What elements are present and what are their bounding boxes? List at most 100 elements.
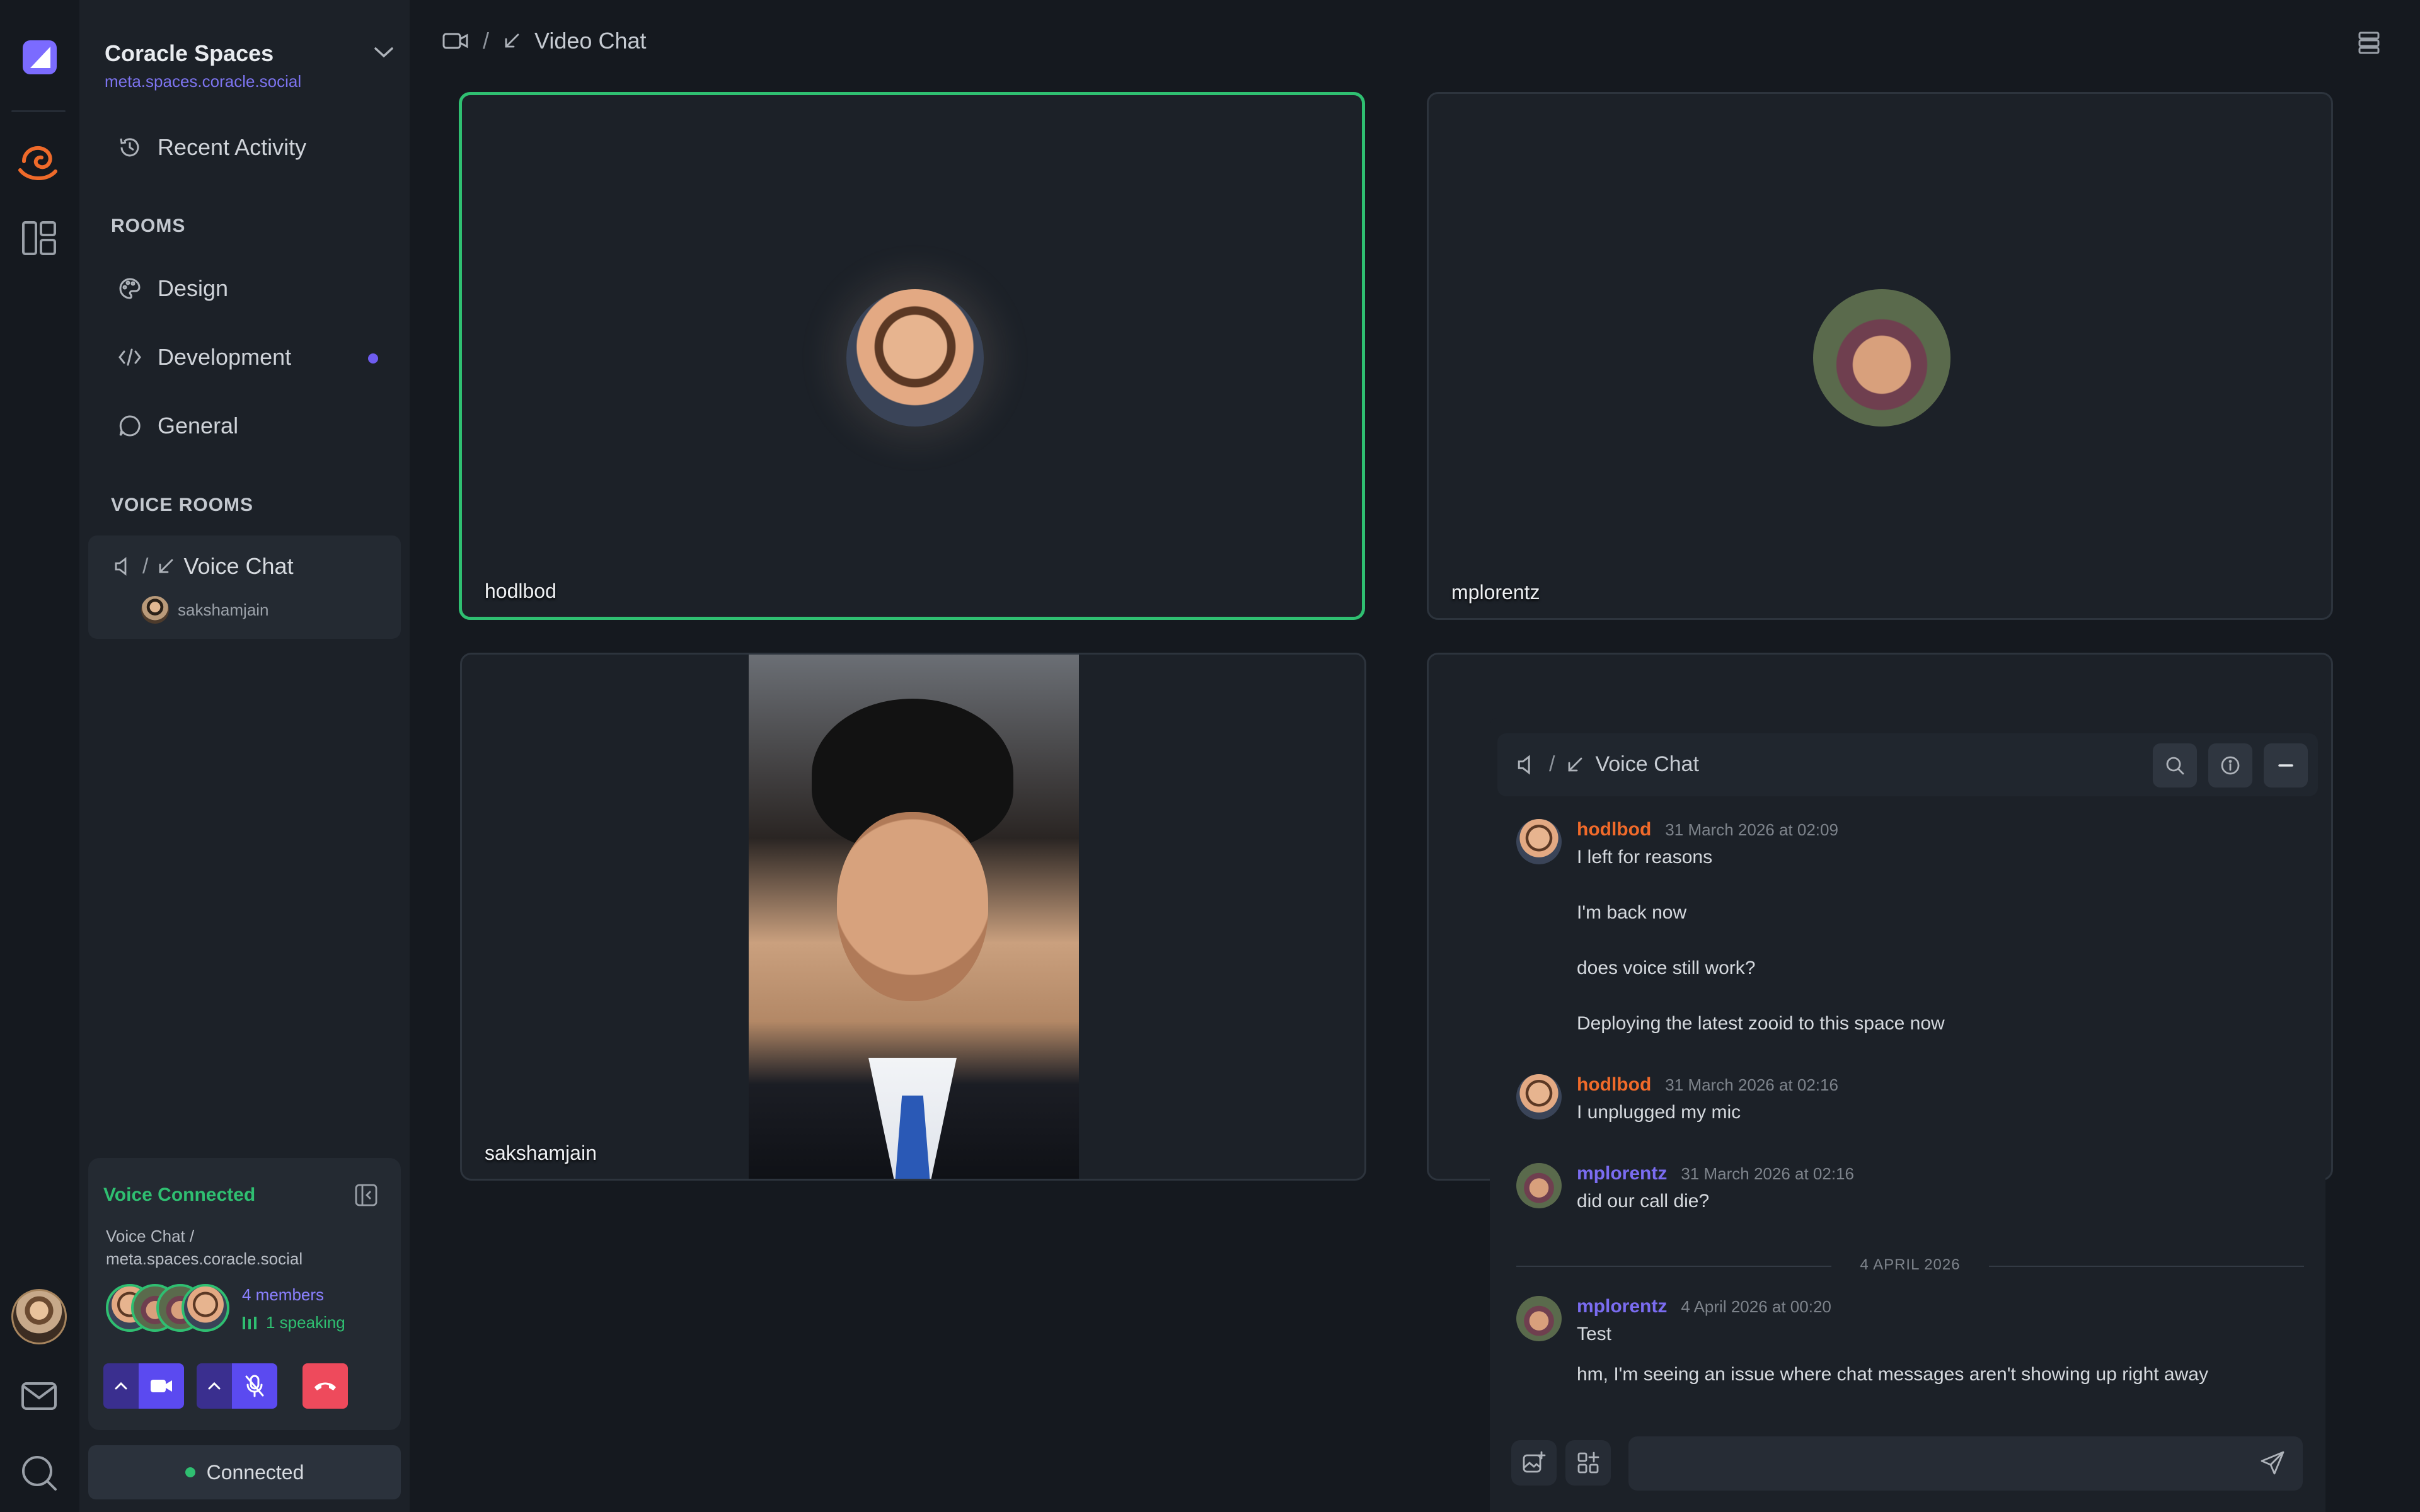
sidebar: Coracle Spaces meta.spaces.coracle.socia… — [79, 0, 410, 1512]
space-url: meta.spaces.coracle.social — [105, 72, 302, 91]
message-text: Test — [1577, 1324, 1612, 1344]
app-rail — [0, 0, 79, 1512]
dashboard-icon[interactable] — [19, 218, 59, 258]
voice-room-path-line2: meta.spaces.coracle.social — [106, 1249, 303, 1268]
message-author[interactable]: mplorentz — [1577, 1296, 1667, 1317]
audio-bars-icon — [242, 1315, 258, 1331]
sidebar-item-voice-chat[interactable]: / Voice Chat sakshamjain — [88, 536, 401, 639]
separator-line — [1989, 1266, 2304, 1267]
breadcrumb: / Video Chat — [442, 28, 646, 54]
user-avatar[interactable] — [11, 1289, 67, 1344]
add-widget-button[interactable] — [1565, 1440, 1611, 1486]
message-text: I left for reasons — [1577, 847, 1713, 868]
nav-recent-activity-label: Recent Activity — [158, 134, 307, 160]
participant-name: sakshamjain — [178, 600, 269, 619]
top-bar: / Video Chat — [410, 0, 2420, 88]
nav-recent-activity[interactable]: Recent Activity — [89, 121, 401, 174]
message-text: hm, I'm seeing an issue where chat messa… — [1577, 1364, 2208, 1385]
attach-image-button[interactable] — [1511, 1440, 1557, 1486]
mail-icon[interactable] — [19, 1376, 59, 1416]
chat-info-button[interactable] — [2208, 743, 2252, 788]
voice-rooms-section-title: VOICE ROOMS — [111, 495, 254, 515]
collapse-panel-icon[interactable] — [354, 1183, 378, 1207]
status-dot — [185, 1467, 195, 1477]
chat-search-button[interactable] — [2153, 743, 2197, 788]
breadcrumb-separator: / — [142, 554, 149, 578]
space-switcher[interactable]: Coracle Spaces meta.spaces.coracle.socia… — [105, 38, 395, 94]
breadcrumb-separator: / — [1549, 752, 1555, 776]
message-text: Deploying the latest zooid to this space… — [1577, 1013, 1945, 1034]
arrow-down-left-icon — [503, 32, 521, 50]
sidebar-item-development[interactable]: Development — [89, 331, 401, 384]
message-input[interactable] — [1628, 1436, 2303, 1491]
page-title: Video Chat — [534, 28, 647, 54]
search-icon[interactable] — [19, 1453, 59, 1493]
participant-name: mplorentz — [1451, 581, 1540, 604]
mic-toggle-button[interactable] — [232, 1363, 277, 1409]
sidebar-item-design[interactable]: Design — [89, 262, 401, 315]
video-tile-sakshamjain[interactable]: sakshamjain — [460, 653, 1366, 1181]
camera-options-button[interactable] — [103, 1363, 139, 1409]
space-name: Coracle Spaces — [105, 40, 274, 66]
message-group: hodlbod 31 March 2026 at 02:09 I left fo… — [1516, 819, 2304, 1034]
message-author[interactable]: hodlbod — [1577, 819, 1651, 840]
message-author[interactable]: mplorentz — [1577, 1163, 1667, 1184]
app-logo-icon[interactable] — [23, 40, 57, 74]
speaking-status: 1 speaking — [242, 1313, 345, 1332]
hang-up-button[interactable] — [302, 1363, 348, 1409]
participant-name: sakshamjain — [485, 1142, 597, 1164]
message-avatar[interactable] — [1516, 1163, 1562, 1208]
video-camera-icon — [442, 32, 469, 50]
member-count: 4 members — [242, 1285, 325, 1304]
chat-title: Voice Chat — [1595, 752, 1699, 776]
connection-status-button[interactable]: Connected — [88, 1445, 401, 1499]
info-icon — [2221, 756, 2240, 775]
code-icon — [117, 345, 142, 370]
message-timestamp: 31 March 2026 at 02:09 — [1665, 820, 1838, 839]
coracle-space-icon[interactable] — [14, 136, 64, 186]
video-tile-mplorentz[interactable]: mplorentz — [1427, 92, 2333, 620]
image-add-icon — [1523, 1451, 1546, 1473]
apps-add-icon — [1577, 1452, 1599, 1474]
rail-divider — [11, 110, 66, 112]
breadcrumb-separator: / — [483, 28, 490, 54]
message-avatar[interactable] — [1516, 1296, 1562, 1341]
date-separator: 4 APRIL 2026 — [1516, 1254, 2304, 1279]
sidebar-item-general[interactable]: General — [89, 399, 401, 452]
voice-chat-panel: / Voice Chat hodlbod 31 March 2026 at 02… — [1490, 718, 2325, 1512]
message-group: mplorentz 31 March 2026 at 02:16 did our… — [1516, 1163, 2304, 1220]
message-text: did our call die? — [1577, 1191, 1710, 1211]
send-icon[interactable] — [2260, 1450, 2285, 1475]
message-author[interactable]: hodlbod — [1577, 1074, 1651, 1096]
message-timestamp: 4 April 2026 at 00:20 — [1681, 1297, 1831, 1316]
speaking-count: 1 speaking — [266, 1313, 345, 1332]
mic-options-button[interactable] — [197, 1363, 232, 1409]
message-composer — [1497, 1431, 2318, 1494]
voice-connected-panel: Voice Connected Voice Chat / meta.spaces… — [88, 1158, 401, 1430]
voice-room-label: Voice Chat — [183, 553, 294, 579]
voice-room-path: Voice Chat / meta.spaces.coracle.social — [106, 1225, 302, 1270]
message-avatar[interactable] — [1516, 1074, 1562, 1120]
message-group: mplorentz 4 April 2026 at 00:20 Test hm,… — [1516, 1296, 2304, 1409]
participant-video-feed — [749, 655, 1079, 1179]
camera-toggle-button[interactable] — [139, 1363, 184, 1409]
chat-header: / Voice Chat — [1497, 733, 2318, 796]
history-icon — [117, 135, 142, 160]
arrow-down-left-icon — [1566, 756, 1584, 774]
message-group: hodlbod 31 March 2026 at 02:16 I unplugg… — [1516, 1074, 2304, 1131]
unread-indicator — [368, 353, 378, 364]
participant-avatar — [846, 289, 984, 427]
palette-icon — [117, 276, 142, 301]
video-tile-hodlbod[interactable]: hodlbod — [459, 92, 1365, 620]
participant-avatar — [1813, 289, 1950, 427]
sidebar-item-label: Development — [158, 344, 292, 370]
member-avatar — [182, 1284, 229, 1332]
menu-icon[interactable] — [2358, 32, 2380, 54]
chat-minimize-button[interactable] — [2264, 743, 2308, 788]
message-text: I unplugged my mic — [1577, 1102, 1741, 1123]
connection-status-label: Connected — [206, 1460, 304, 1484]
message-text: I'm back now — [1577, 902, 1687, 923]
speaker-icon — [1516, 754, 1538, 776]
member-avatars — [106, 1284, 232, 1334]
message-avatar[interactable] — [1516, 819, 1562, 864]
